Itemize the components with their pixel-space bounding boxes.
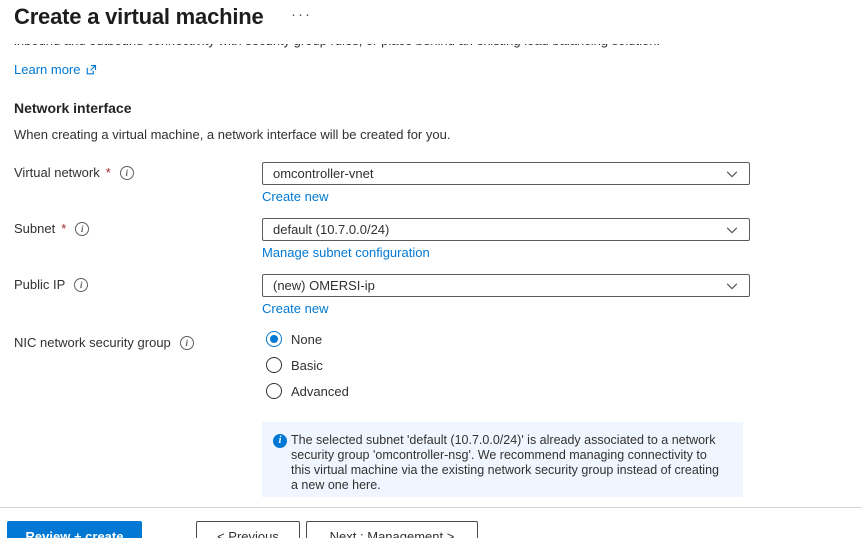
next-management-button[interactable]: Next : Management > bbox=[306, 521, 478, 538]
public-ip-label: Public IP i bbox=[14, 277, 88, 292]
public-ip-dropdown[interactable]: (new) OMERSI-ip bbox=[262, 274, 750, 297]
info-line: The selected subnet 'default (10.7.0.0/2… bbox=[291, 433, 719, 448]
virtual-network-dropdown[interactable]: omcontroller-vnet bbox=[262, 162, 750, 185]
info-line: security group 'omcontroller-nsg'. We re… bbox=[291, 448, 719, 463]
nsg-radio-basic[interactable]: Basic bbox=[266, 357, 323, 373]
subnet-label: Subnet * i bbox=[14, 221, 89, 236]
intro-paragraph-text: Define network connectivity for your vir… bbox=[14, 44, 751, 50]
info-tooltip-icon[interactable]: i bbox=[180, 336, 194, 350]
info-icon: i bbox=[273, 434, 287, 448]
external-link-icon bbox=[85, 64, 97, 76]
nsg-radio-basic-label: Basic bbox=[291, 358, 323, 373]
info-tooltip-icon[interactable]: i bbox=[75, 222, 89, 236]
intro-paragraph-clipped: Define network connectivity for your vir… bbox=[14, 44, 751, 50]
radio-button-icon bbox=[266, 331, 282, 347]
public-ip-value: (new) OMERSI-ip bbox=[273, 278, 375, 293]
subnet-value: default (10.7.0.0/24) bbox=[273, 222, 389, 237]
nsg-radio-none[interactable]: None bbox=[266, 331, 322, 347]
required-asterisk: * bbox=[106, 165, 111, 180]
create-new-vnet-link[interactable]: Create new bbox=[262, 189, 328, 204]
radio-button-icon bbox=[266, 383, 282, 399]
virtual-network-value: omcontroller-vnet bbox=[273, 166, 373, 181]
info-tooltip-icon[interactable]: i bbox=[120, 166, 134, 180]
manage-subnet-configuration-link[interactable]: Manage subnet configuration bbox=[262, 245, 430, 260]
public-ip-label-text: Public IP bbox=[14, 277, 65, 292]
subnet-dropdown[interactable]: default (10.7.0.0/24) bbox=[262, 218, 750, 241]
learn-more-label: Learn more bbox=[14, 62, 80, 77]
nic-nsg-label-text: NIC network security group bbox=[14, 335, 171, 350]
page-title: Create a virtual machine bbox=[14, 4, 264, 30]
more-options-icon[interactable]: ··· bbox=[291, 6, 312, 23]
info-box-text: The selected subnet 'default (10.7.0.0/2… bbox=[291, 433, 719, 493]
info-line: this virtual machine via the existing ne… bbox=[291, 463, 719, 478]
nsg-radio-advanced-label: Advanced bbox=[291, 384, 349, 399]
nsg-radio-advanced[interactable]: Advanced bbox=[266, 383, 349, 399]
required-asterisk: * bbox=[61, 221, 66, 236]
chevron-down-icon bbox=[725, 167, 739, 181]
subnet-nsg-info-box: i The selected subnet 'default (10.7.0.0… bbox=[262, 422, 743, 497]
nic-nsg-label: NIC network security group i bbox=[14, 335, 194, 350]
footer-divider bbox=[0, 507, 862, 508]
section-description: When creating a virtual machine, a netwo… bbox=[14, 127, 450, 142]
review-create-button[interactable]: Review + create bbox=[7, 521, 142, 538]
section-heading: Network interface bbox=[14, 100, 131, 116]
chevron-down-icon bbox=[725, 223, 739, 237]
radio-button-icon bbox=[266, 357, 282, 373]
learn-more-link[interactable]: Learn more bbox=[14, 62, 97, 77]
create-new-ip-link[interactable]: Create new bbox=[262, 301, 328, 316]
create-vm-page: Create a virtual machine ··· Define netw… bbox=[0, 0, 862, 538]
virtual-network-label: Virtual network * i bbox=[14, 165, 134, 180]
nsg-radio-none-label: None bbox=[291, 332, 322, 347]
previous-button[interactable]: < Previous bbox=[196, 521, 300, 538]
subnet-label-text: Subnet bbox=[14, 221, 55, 236]
chevron-down-icon bbox=[725, 279, 739, 293]
info-line: a new one here. bbox=[291, 478, 719, 493]
virtual-network-label-text: Virtual network bbox=[14, 165, 100, 180]
info-tooltip-icon[interactable]: i bbox=[74, 278, 88, 292]
